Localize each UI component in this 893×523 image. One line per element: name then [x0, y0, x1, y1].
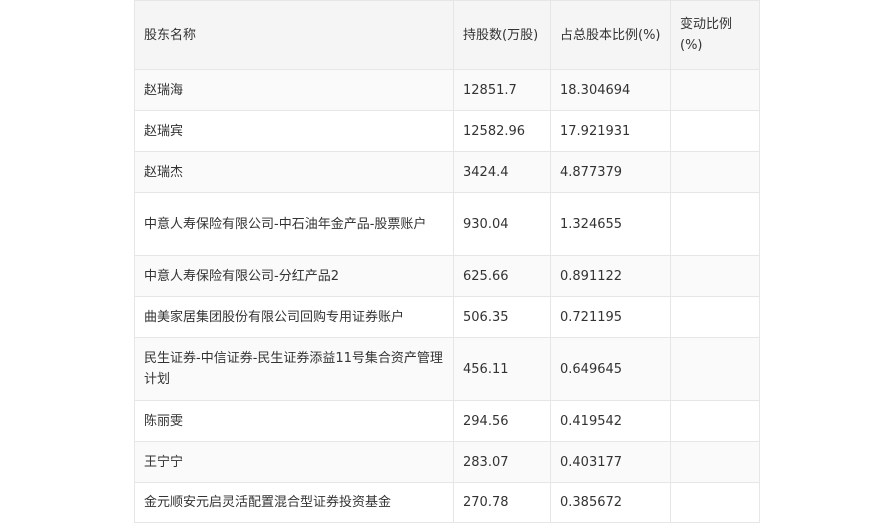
header-shareholder-name: 股东名称 [134, 0, 454, 70]
cell-ratio: 1.324655 [550, 192, 671, 256]
header-ratio: 占总股本比例(%) [550, 0, 671, 70]
cell-name: 曲美家居集团股份有限公司回购专用证券账户 [134, 296, 454, 338]
cell-name: 金元顺安元启灵活配置混合型证券投资基金 [134, 482, 454, 523]
table-row: 曲美家居集团股份有限公司回购专用证券账户 506.35 0.721195 [134, 296, 760, 338]
cell-name: 中意人寿保险有限公司-中石油年金产品-股票账户 [134, 192, 454, 256]
cell-shares: 506.35 [453, 296, 551, 338]
cell-shares: 270.78 [453, 482, 551, 523]
cell-shares: 930.04 [453, 192, 551, 256]
cell-shares: 294.56 [453, 400, 551, 442]
table-row: 赵瑞海 12851.7 18.304694 [134, 69, 760, 111]
cell-name: 王宁宁 [134, 441, 454, 483]
table-row: 金元顺安元启灵活配置混合型证券投资基金 270.78 0.385672 [134, 482, 760, 523]
table-row: 赵瑞宾 12582.96 17.921931 [134, 110, 760, 152]
cell-name: 陈丽雯 [134, 400, 454, 442]
cell-shares: 3424.4 [453, 151, 551, 193]
cell-name: 中意人寿保险有限公司-分红产品2 [134, 255, 454, 297]
table-row: 中意人寿保险有限公司-中石油年金产品-股票账户 930.04 1.324655 [134, 192, 760, 256]
cell-name: 赵瑞宾 [134, 110, 454, 152]
table-row: 民生证券-中信证券-民生证券添益11号集合资产管理计划 456.11 0.649… [134, 337, 760, 401]
cell-change [670, 400, 760, 442]
table-header-row: 股东名称 持股数(万股) 占总股本比例(%) 变动比例(%) [134, 0, 760, 70]
cell-change [670, 337, 760, 401]
cell-ratio: 0.403177 [550, 441, 671, 483]
cell-ratio: 0.891122 [550, 255, 671, 297]
header-change-ratio: 变动比例(%) [670, 0, 760, 70]
cell-ratio: 0.419542 [550, 400, 671, 442]
shareholder-table: 股东名称 持股数(万股) 占总股本比例(%) 变动比例(%) 赵瑞海 12851… [134, 0, 760, 523]
cell-name: 赵瑞杰 [134, 151, 454, 193]
cell-change [670, 441, 760, 483]
table-row: 陈丽雯 294.56 0.419542 [134, 400, 760, 442]
cell-change [670, 192, 760, 256]
cell-ratio: 17.921931 [550, 110, 671, 152]
cell-change [670, 151, 760, 193]
cell-change [670, 110, 760, 152]
cell-change [670, 255, 760, 297]
table-row: 赵瑞杰 3424.4 4.877379 [134, 151, 760, 193]
header-shares: 持股数(万股) [453, 0, 551, 70]
cell-shares: 283.07 [453, 441, 551, 483]
cell-change [670, 296, 760, 338]
cell-shares: 625.66 [453, 255, 551, 297]
cell-name: 赵瑞海 [134, 69, 454, 111]
cell-change [670, 69, 760, 111]
cell-ratio: 0.721195 [550, 296, 671, 338]
cell-shares: 12582.96 [453, 110, 551, 152]
cell-ratio: 0.649645 [550, 337, 671, 401]
cell-ratio: 4.877379 [550, 151, 671, 193]
cell-change [670, 482, 760, 523]
cell-name: 民生证券-中信证券-民生证券添益11号集合资产管理计划 [134, 337, 454, 401]
cell-ratio: 18.304694 [550, 69, 671, 111]
table-row: 王宁宁 283.07 0.403177 [134, 441, 760, 483]
cell-ratio: 0.385672 [550, 482, 671, 523]
table-row: 中意人寿保险有限公司-分红产品2 625.66 0.891122 [134, 255, 760, 297]
cell-shares: 12851.7 [453, 69, 551, 111]
cell-shares: 456.11 [453, 337, 551, 401]
